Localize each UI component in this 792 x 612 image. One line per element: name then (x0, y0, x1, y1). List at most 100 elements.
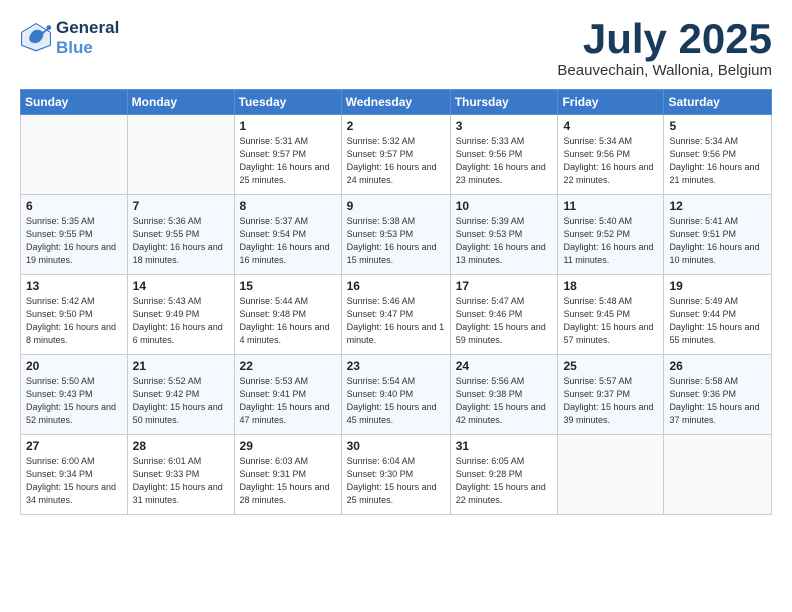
calendar-cell: 17Sunrise: 5:47 AM Sunset: 9:46 PM Dayli… (450, 275, 558, 355)
calendar-cell: 30Sunrise: 6:04 AM Sunset: 9:30 PM Dayli… (341, 435, 450, 515)
day-info: Sunrise: 6:01 AM Sunset: 9:33 PM Dayligh… (133, 455, 229, 507)
week-row-4: 27 Sunrise: 6:00 AM Sunset: 9:34 PM Dayli… (21, 435, 772, 515)
calendar-header: Sunday Monday Tuesday Wednesday Thursday… (21, 90, 772, 115)
week-row-2: 13Sunrise: 5:42 AM Sunset: 9:50 PM Dayli… (21, 275, 772, 355)
calendar-cell: 31Sunrise: 6:05 AM Sunset: 9:28 PM Dayli… (450, 435, 558, 515)
day-number: 1 (240, 119, 336, 133)
calendar-cell: 18 Sunrise: 5:48 AM Sunset: 9:45 PM Dayli… (558, 275, 664, 355)
calendar-cell (664, 435, 772, 515)
day-info: Sunrise: 5:43 AM Sunset: 9:49 PM Dayligh… (133, 295, 229, 347)
calendar-cell: 3 Sunrise: 5:33 AM Sunset: 9:56 PM Daylig… (450, 115, 558, 195)
day-info: Sunrise: 5:44 AM Sunset: 9:48 PM Dayligh… (240, 295, 336, 347)
calendar-cell (21, 115, 128, 195)
day-info: Sunrise: 5:58 AM Sunset: 9:36 PM Dayligh… (669, 375, 766, 427)
col-tuesday: Tuesday (234, 90, 341, 115)
day-number: 4 (563, 119, 658, 133)
calendar-cell: 7 Sunrise: 5:36 AM Sunset: 9:55 PM Daylig… (127, 195, 234, 275)
day-number: 29 (240, 439, 336, 453)
day-number: 23 (347, 359, 445, 373)
day-number: 12 (669, 199, 766, 213)
calendar: Sunday Monday Tuesday Wednesday Thursday… (20, 89, 772, 515)
day-number: 6 (26, 199, 122, 213)
day-info: Sunrise: 5:38 AM Sunset: 9:53 PM Dayligh… (347, 215, 445, 267)
day-number: 11 (563, 199, 658, 213)
logo: General Blue (20, 18, 119, 59)
page: General Blue July 2025 Beauvechain, Wall… (0, 0, 792, 525)
day-number: 14 (133, 279, 229, 293)
day-info: Sunrise: 5:31 AM Sunset: 9:57 PM Dayligh… (240, 135, 336, 187)
calendar-cell: 9Sunrise: 5:38 AM Sunset: 9:53 PM Daylig… (341, 195, 450, 275)
day-number: 15 (240, 279, 336, 293)
day-info: Sunrise: 5:57 AM Sunset: 9:37 PM Dayligh… (563, 375, 658, 427)
day-info: Sunrise: 5:47 AM Sunset: 9:46 PM Dayligh… (456, 295, 553, 347)
calendar-cell: 26Sunrise: 5:58 AM Sunset: 9:36 PM Dayli… (664, 355, 772, 435)
day-info: Sunrise: 6:05 AM Sunset: 9:28 PM Dayligh… (456, 455, 553, 507)
calendar-body: 1 Sunrise: 5:31 AM Sunset: 9:57 PM Daylig… (21, 115, 772, 515)
day-info: Sunrise: 5:48 AM Sunset: 9:45 PM Dayligh… (563, 295, 658, 347)
day-info: Sunrise: 5:54 AM Sunset: 9:40 PM Dayligh… (347, 375, 445, 427)
day-number: 13 (26, 279, 122, 293)
day-number: 18 (563, 279, 658, 293)
col-thursday: Thursday (450, 90, 558, 115)
day-number: 20 (26, 359, 122, 373)
calendar-cell: 22Sunrise: 5:53 AM Sunset: 9:41 PM Dayli… (234, 355, 341, 435)
day-info: Sunrise: 5:41 AM Sunset: 9:51 PM Dayligh… (669, 215, 766, 267)
calendar-cell: 2Sunrise: 5:32 AM Sunset: 9:57 PM Daylig… (341, 115, 450, 195)
calendar-cell: 10 Sunrise: 5:39 AM Sunset: 9:53 PM Dayli… (450, 195, 558, 275)
calendar-cell: 6 Sunrise: 5:35 AM Sunset: 9:55 PM Daylig… (21, 195, 128, 275)
calendar-cell: 16Sunrise: 5:46 AM Sunset: 9:47 PM Dayli… (341, 275, 450, 355)
calendar-cell: 12 Sunrise: 5:41 AM Sunset: 9:51 PM Dayli… (664, 195, 772, 275)
day-info: Sunrise: 5:49 AM Sunset: 9:44 PM Dayligh… (669, 295, 766, 347)
header-row: Sunday Monday Tuesday Wednesday Thursday… (21, 90, 772, 115)
day-number: 24 (456, 359, 553, 373)
calendar-cell: 5Sunrise: 5:34 AM Sunset: 9:56 PM Daylig… (664, 115, 772, 195)
calendar-cell: 14 Sunrise: 5:43 AM Sunset: 9:49 PM Dayli… (127, 275, 234, 355)
day-info: Sunrise: 6:00 AM Sunset: 9:34 PM Dayligh… (26, 455, 122, 507)
calendar-cell: 24 Sunrise: 5:56 AM Sunset: 9:38 PM Dayli… (450, 355, 558, 435)
day-number: 10 (456, 199, 553, 213)
header: General Blue July 2025 Beauvechain, Wall… (20, 18, 772, 79)
calendar-cell: 13Sunrise: 5:42 AM Sunset: 9:50 PM Dayli… (21, 275, 128, 355)
day-info: Sunrise: 5:35 AM Sunset: 9:55 PM Dayligh… (26, 215, 122, 267)
col-wednesday: Wednesday (341, 90, 450, 115)
col-friday: Friday (558, 90, 664, 115)
calendar-cell: 25Sunrise: 5:57 AM Sunset: 9:37 PM Dayli… (558, 355, 664, 435)
day-number: 27 (26, 439, 122, 453)
day-info: Sunrise: 5:53 AM Sunset: 9:41 PM Dayligh… (240, 375, 336, 427)
calendar-cell: 29 Sunrise: 6:03 AM Sunset: 9:31 PM Dayli… (234, 435, 341, 515)
day-info: Sunrise: 6:03 AM Sunset: 9:31 PM Dayligh… (240, 455, 336, 507)
day-number: 21 (133, 359, 229, 373)
week-row-1: 6 Sunrise: 5:35 AM Sunset: 9:55 PM Daylig… (21, 195, 772, 275)
calendar-cell: 27 Sunrise: 6:00 AM Sunset: 9:34 PM Dayli… (21, 435, 128, 515)
logo-text: General Blue (56, 18, 119, 59)
day-number: 3 (456, 119, 553, 133)
day-info: Sunrise: 5:33 AM Sunset: 9:56 PM Dayligh… (456, 135, 553, 187)
title-block: July 2025 Beauvechain, Wallonia, Belgium (557, 18, 772, 79)
day-info: Sunrise: 5:46 AM Sunset: 9:47 PM Dayligh… (347, 295, 445, 347)
day-info: Sunrise: 5:39 AM Sunset: 9:53 PM Dayligh… (456, 215, 553, 267)
day-info: Sunrise: 5:56 AM Sunset: 9:38 PM Dayligh… (456, 375, 553, 427)
day-info: Sunrise: 5:32 AM Sunset: 9:57 PM Dayligh… (347, 135, 445, 187)
day-number: 30 (347, 439, 445, 453)
month-title: July 2025 (557, 18, 772, 60)
logo-icon (20, 22, 52, 54)
calendar-cell: 19 Sunrise: 5:49 AM Sunset: 9:44 PM Dayli… (664, 275, 772, 355)
day-info: Sunrise: 5:36 AM Sunset: 9:55 PM Dayligh… (133, 215, 229, 267)
day-number: 19 (669, 279, 766, 293)
day-number: 8 (240, 199, 336, 213)
day-info: Sunrise: 5:50 AM Sunset: 9:43 PM Dayligh… (26, 375, 122, 427)
calendar-cell: 15 Sunrise: 5:44 AM Sunset: 9:48 PM Dayli… (234, 275, 341, 355)
calendar-cell: 23 Sunrise: 5:54 AM Sunset: 9:40 PM Dayli… (341, 355, 450, 435)
day-info: Sunrise: 5:40 AM Sunset: 9:52 PM Dayligh… (563, 215, 658, 267)
calendar-cell (558, 435, 664, 515)
day-number: 7 (133, 199, 229, 213)
col-saturday: Saturday (664, 90, 772, 115)
week-row-0: 1 Sunrise: 5:31 AM Sunset: 9:57 PM Daylig… (21, 115, 772, 195)
day-info: Sunrise: 5:34 AM Sunset: 9:56 PM Dayligh… (563, 135, 658, 187)
calendar-cell (127, 115, 234, 195)
col-sunday: Sunday (21, 90, 128, 115)
calendar-cell: 8 Sunrise: 5:37 AM Sunset: 9:54 PM Daylig… (234, 195, 341, 275)
day-info: Sunrise: 5:37 AM Sunset: 9:54 PM Dayligh… (240, 215, 336, 267)
day-number: 5 (669, 119, 766, 133)
calendar-cell: 11 Sunrise: 5:40 AM Sunset: 9:52 PM Dayli… (558, 195, 664, 275)
